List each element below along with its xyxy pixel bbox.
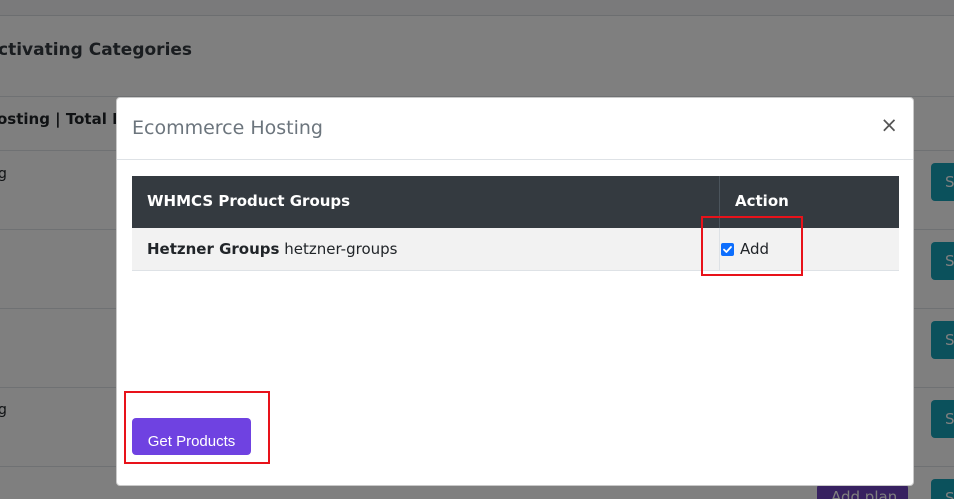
- product-group-name: Hetzner Groups: [147, 240, 280, 258]
- highlight-box-get-products: [124, 391, 270, 464]
- modal-title: Ecommerce Hosting: [132, 117, 323, 139]
- close-icon[interactable]: ×: [880, 115, 898, 136]
- modal-header: Ecommerce Hosting ×: [117, 98, 913, 160]
- product-group-cell: Hetzner Groups hetzner-groups: [147, 240, 397, 258]
- highlight-box-add: [701, 216, 803, 276]
- product-group-slug: hetzner-groups: [284, 240, 398, 258]
- column-header-product-groups: WHMCS Product Groups: [147, 192, 351, 210]
- column-header-action: Action: [735, 192, 789, 210]
